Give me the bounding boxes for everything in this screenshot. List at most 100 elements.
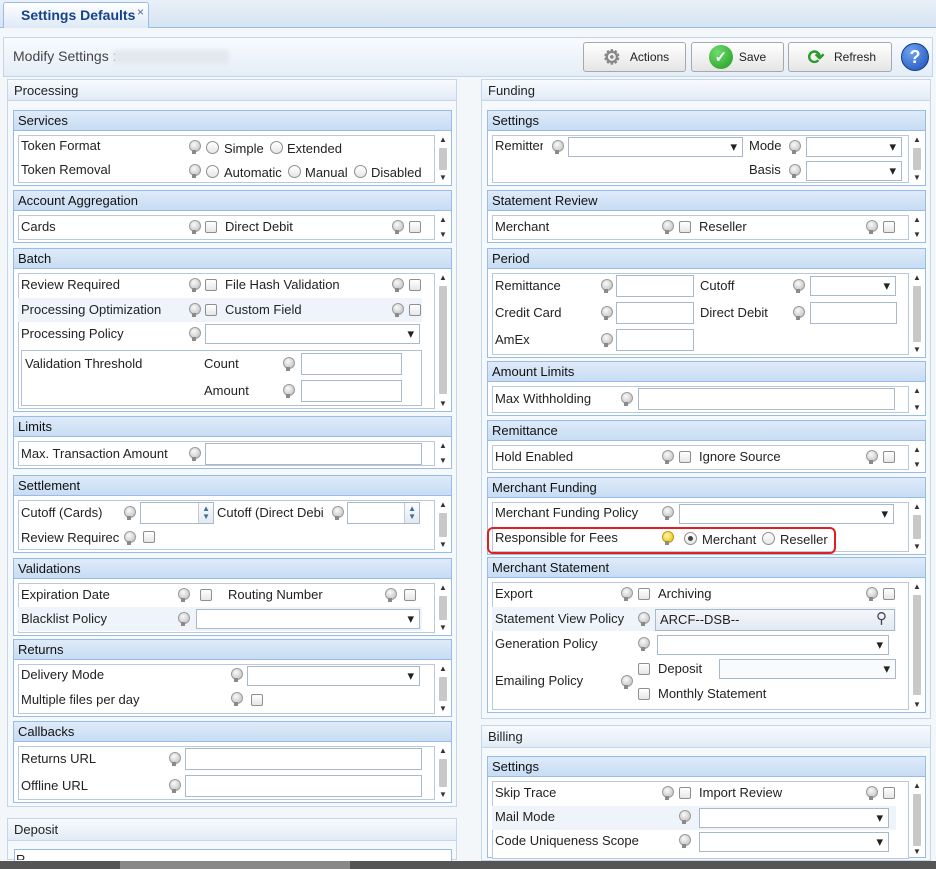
merchant-funding-policy-select[interactable]	[679, 504, 894, 524]
statement-review-reseller-checkbox[interactable]	[883, 221, 895, 233]
billing-settings-scrollbar[interactable]: ▲ ▼	[911, 781, 923, 857]
account-aggregation-scrollbar[interactable]: ▲ ▼	[437, 215, 449, 240]
count-input[interactable]	[301, 353, 402, 375]
merchant-statement-scrollbar[interactable]: ▲ ▼	[911, 582, 923, 710]
max-transaction-amount-input[interactable]	[205, 443, 422, 465]
lightbulb-icon[interactable]	[621, 587, 633, 601]
deposit-checkbox[interactable]	[638, 663, 650, 675]
delivery-mode-select[interactable]	[247, 666, 420, 686]
lightbulb-icon[interactable]	[793, 279, 805, 293]
funding-settings-scrollbar[interactable]: ▲ ▼	[911, 135, 923, 183]
lightbulb-icon[interactable]	[178, 588, 190, 602]
credit-card-input[interactable]	[616, 302, 694, 324]
cutoff-select[interactable]	[810, 276, 896, 296]
ignore-source-checkbox[interactable]	[883, 451, 895, 463]
lightbulb-icon[interactable]	[231, 692, 243, 706]
cutoff-cards-spinner[interactable]: ▲ ▼	[140, 502, 214, 524]
amount-limits-scrollbar[interactable]: ▲ ▼	[911, 386, 923, 413]
period-scrollbar[interactable]: ▲ ▼	[911, 273, 923, 355]
lightbulb-icon[interactable]	[866, 220, 878, 234]
lightbulb-on-icon[interactable]	[662, 531, 674, 545]
lightbulb-icon[interactable]	[189, 220, 201, 234]
max-withholding-input[interactable]	[638, 388, 895, 410]
lightbulb-icon[interactable]	[789, 140, 801, 154]
multiple-files-checkbox[interactable]	[251, 694, 263, 706]
amount-input[interactable]	[301, 380, 402, 402]
limits-scrollbar[interactable]: ▲ ▼	[437, 441, 449, 466]
lightbulb-icon[interactable]	[392, 303, 404, 317]
validations-scrollbar[interactable]: ▲ ▼	[437, 583, 449, 633]
code-uniqueness-scope-select[interactable]	[699, 832, 889, 852]
lightbulb-icon[interactable]	[385, 588, 397, 602]
generation-policy-select[interactable]	[657, 635, 889, 655]
lightbulb-icon[interactable]	[283, 357, 295, 371]
callbacks-scrollbar[interactable]: ▲ ▼	[437, 746, 449, 800]
services-scrollbar[interactable]: ▲ ▼	[437, 135, 449, 183]
mail-mode-select[interactable]	[699, 808, 889, 828]
emailing-deposit-select[interactable]	[719, 659, 896, 679]
lightbulb-icon[interactable]	[662, 450, 674, 464]
merchant-funding-scrollbar[interactable]: ▲ ▼	[911, 502, 923, 552]
processing-optimization-checkbox[interactable]	[205, 304, 217, 316]
actions-button[interactable]: ⚙ Actions	[583, 42, 686, 72]
fees-merchant-radio[interactable]	[684, 532, 697, 545]
lightbulb-icon[interactable]	[189, 164, 201, 178]
lightbulb-icon[interactable]	[392, 278, 404, 292]
lightbulb-icon[interactable]	[178, 612, 190, 626]
lightbulb-icon[interactable]	[866, 450, 878, 464]
lightbulb-icon[interactable]	[866, 587, 878, 601]
import-review-checkbox[interactable]	[883, 787, 895, 799]
lightbulb-icon[interactable]	[189, 303, 201, 317]
token-removal-automatic-radio[interactable]	[206, 165, 219, 178]
lightbulb-icon[interactable]	[169, 779, 181, 793]
lightbulb-icon[interactable]	[169, 752, 181, 766]
custom-field-checkbox[interactable]	[409, 304, 421, 316]
lightbulb-icon[interactable]	[662, 506, 674, 520]
offline-url-input[interactable]	[185, 775, 422, 797]
expiration-date-checkbox[interactable]	[200, 589, 212, 601]
lightbulb-icon[interactable]	[679, 810, 691, 824]
batch-scrollbar[interactable]: ▲ ▼	[437, 273, 449, 409]
lightbulb-icon[interactable]	[189, 140, 201, 154]
period-direct-debit-input[interactable]	[810, 302, 897, 324]
lightbulb-icon[interactable]	[638, 612, 650, 626]
monthly-statement-checkbox[interactable]	[638, 688, 650, 700]
cutoff-direct-debit-spinner[interactable]: ▲ ▼	[347, 502, 420, 524]
lightbulb-icon[interactable]	[392, 220, 404, 234]
processing-policy-select[interactable]	[205, 324, 420, 344]
lightbulb-icon[interactable]	[189, 278, 201, 292]
lightbulb-icon[interactable]	[332, 506, 344, 520]
lightbulb-icon[interactable]	[866, 786, 878, 800]
basis-select[interactable]	[806, 161, 902, 181]
save-button[interactable]: ✓ Save	[691, 42, 784, 72]
direct-debit-checkbox[interactable]	[409, 221, 421, 233]
blacklist-policy-select[interactable]	[196, 609, 420, 629]
token-removal-disabled-radio[interactable]	[354, 165, 367, 178]
lightbulb-icon[interactable]	[124, 506, 136, 520]
token-format-extended-radio[interactable]	[270, 141, 283, 154]
review-required-checkbox[interactable]	[205, 279, 217, 291]
lightbulb-icon[interactable]	[552, 140, 564, 154]
lightbulb-icon[interactable]	[124, 531, 136, 545]
lightbulb-icon[interactable]	[601, 306, 613, 320]
lightbulb-icon[interactable]	[662, 786, 674, 800]
tab-settings-defaults[interactable]: Settings Defaults ×	[3, 2, 149, 28]
refresh-button[interactable]: ⟳ Refresh	[788, 42, 892, 72]
mode-select[interactable]	[806, 137, 902, 157]
lightbulb-icon[interactable]	[601, 279, 613, 293]
settlement-scrollbar[interactable]: ▲ ▼	[437, 500, 449, 550]
statement-review-scrollbar[interactable]: ▲ ▼	[911, 215, 923, 240]
returns-url-input[interactable]	[185, 748, 422, 770]
lightbulb-icon[interactable]	[189, 447, 201, 461]
remittance-input[interactable]	[616, 275, 694, 297]
skip-trace-checkbox[interactable]	[679, 787, 691, 799]
lightbulb-icon[interactable]	[621, 675, 633, 689]
lightbulb-icon[interactable]	[189, 327, 201, 341]
lightbulb-icon[interactable]	[231, 668, 243, 682]
statement-review-merchant-checkbox[interactable]	[679, 221, 691, 233]
lightbulb-icon[interactable]	[638, 637, 650, 651]
routing-number-checkbox[interactable]	[404, 589, 416, 601]
archiving-checkbox[interactable]	[883, 588, 895, 600]
lightbulb-icon[interactable]	[793, 306, 805, 320]
cards-checkbox[interactable]	[205, 221, 217, 233]
